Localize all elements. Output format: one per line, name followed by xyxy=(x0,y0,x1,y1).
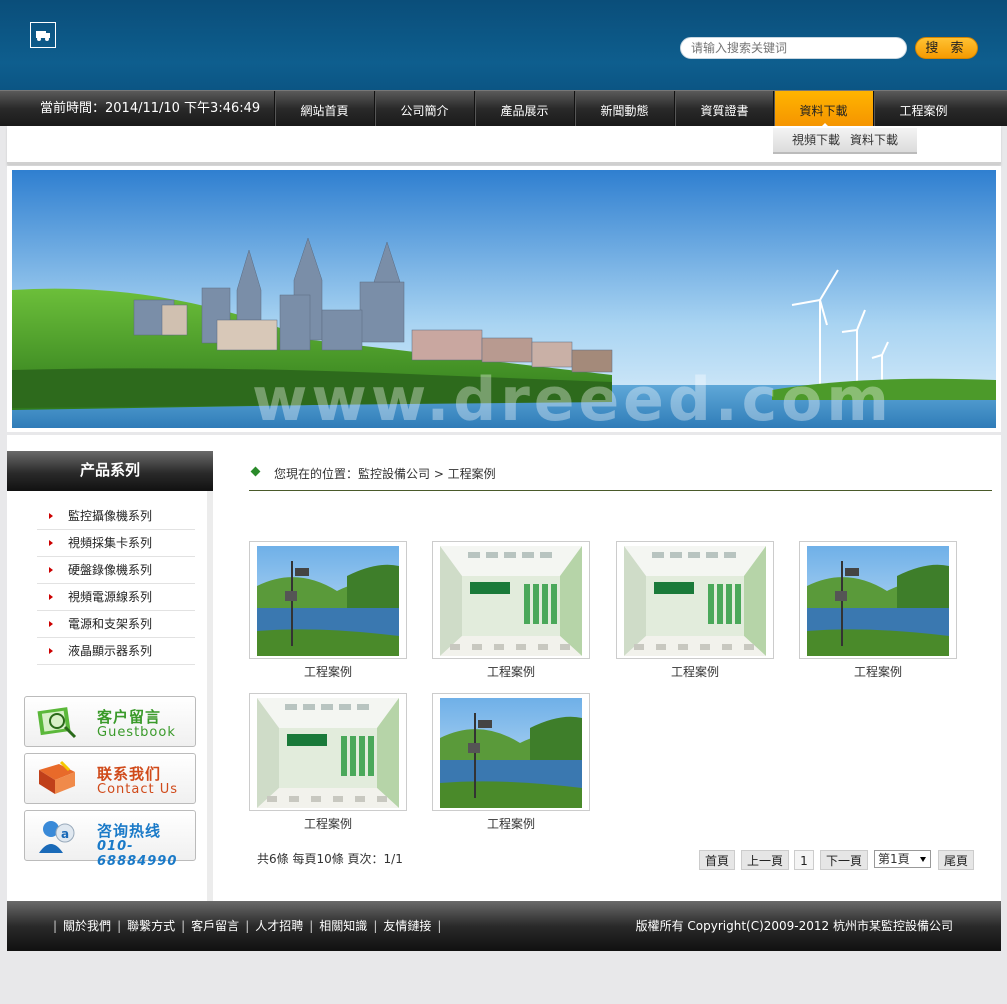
case-label[interactable]: 工程案例 xyxy=(249,663,407,680)
current-time: 當前時間：2014/11/10 下午3:46:49 xyxy=(40,101,261,116)
breadcrumb-text: 您現在的位置：監控設備公司 > 工程案例 xyxy=(274,467,496,481)
contact-subtitle: Contact Us xyxy=(97,782,178,797)
logo-icon[interactable] xyxy=(30,22,56,48)
category-item[interactable]: 視頻電源線系列 xyxy=(37,584,195,611)
arrow-right-icon xyxy=(49,594,53,600)
category-item[interactable]: 液晶顯示器系列 xyxy=(37,638,195,665)
footer-link-knowledge[interactable]: 相關知識 xyxy=(319,919,367,933)
case-thumbnail[interactable] xyxy=(432,541,590,659)
nav-item-cases[interactable]: 工程案例 xyxy=(873,91,973,127)
nav-item-news[interactable]: 新聞動態 xyxy=(574,91,674,127)
page-select[interactable]: 第1頁 xyxy=(874,850,931,868)
case-thumbnail[interactable] xyxy=(432,693,590,811)
category-item[interactable]: 視頻採集卡系列 xyxy=(37,530,195,557)
case-thumbnail[interactable] xyxy=(799,541,957,659)
footer-link-guestbook[interactable]: 客戶留言 xyxy=(191,919,239,933)
prev-page-button[interactable]: 上一頁 xyxy=(741,850,789,870)
arrow-right-icon xyxy=(49,540,53,546)
arrow-right-icon xyxy=(49,567,53,573)
bank-hall-image xyxy=(440,546,582,656)
sidebar-title: 产品系列 xyxy=(7,451,213,491)
lake-camera-image xyxy=(807,546,949,656)
case-thumbnail[interactable] xyxy=(616,541,774,659)
banner-image: www.dreeed.com xyxy=(12,170,996,428)
case-label[interactable]: 工程案例 xyxy=(799,663,957,680)
bank-hall-image xyxy=(257,698,399,808)
nav-item-certificates[interactable]: 資質證書 xyxy=(674,91,774,127)
next-page-button[interactable]: 下一頁 xyxy=(820,850,868,870)
lake-camera-image xyxy=(440,698,582,808)
case-label[interactable]: 工程案例 xyxy=(432,663,590,680)
subnav-item-video[interactable]: 視頻下載 xyxy=(792,133,840,147)
current-page-number[interactable]: 1 xyxy=(794,850,814,870)
category-item[interactable]: 電源和支架系列 xyxy=(37,611,195,638)
nav-item-products[interactable]: 產品展示 xyxy=(474,91,574,127)
footer: | 關於我們 | 聯繫方式 | 客戶留言 | 人才招聘 | 相關知識 | 友情鏈接 | 版權所有 Cop… xyxy=(7,901,1001,951)
user-support-icon: a xyxy=(39,821,75,853)
main-content: 产品系列 監控攝像機系列 視頻採集卡系列 硬盤錄像機系列 視頻電源線系列 電源和… xyxy=(7,435,1001,901)
banner-watermark: www.dreeed.com xyxy=(252,365,893,428)
diamond-icon xyxy=(250,466,261,477)
category-item[interactable]: 硬盤錄像機系列 xyxy=(37,557,195,584)
bank-hall-image xyxy=(624,546,766,656)
contact-title: 联系我们 xyxy=(97,765,162,783)
guestbook-title: 客户留言 xyxy=(97,708,162,726)
footer-link-friends[interactable]: 友情鏈接 xyxy=(383,919,431,933)
main-nav: 當前時間：2014/11/10 下午3:46:49 網站首頁 公司簡介 產品展示… xyxy=(0,90,1007,128)
last-page-button[interactable]: 尾頁 xyxy=(938,850,974,870)
case-label[interactable]: 工程案例 xyxy=(432,815,590,832)
category-item[interactable]: 監控攝像機系列 xyxy=(37,503,195,530)
contact-us-button[interactable]: 联系我们 Contact Us xyxy=(24,753,196,804)
nav-item-home[interactable]: 網站首頁 xyxy=(274,91,374,127)
case-label[interactable]: 工程案例 xyxy=(249,815,407,832)
svg-text:a: a xyxy=(61,827,69,841)
dropdown-caret-icon xyxy=(920,857,926,862)
guestbook-button[interactable]: 客户留言 Guestbook xyxy=(24,696,196,747)
case-thumbnail[interactable] xyxy=(249,693,407,811)
sidebar: 产品系列 監控攝像機系列 視頻採集卡系列 硬盤錄像機系列 視頻電源線系列 電源和… xyxy=(7,451,213,901)
footer-link-contact[interactable]: 聯繫方式 xyxy=(127,919,175,933)
subnav: 視頻下載 資料下載 xyxy=(773,128,917,154)
nav-item-downloads[interactable]: 資料下載 xyxy=(773,91,873,128)
header: 搜 索 xyxy=(0,0,1007,90)
first-page-button[interactable]: 首頁 xyxy=(699,850,735,870)
arrow-right-icon xyxy=(49,513,53,519)
hotline-number: 010-68884990 xyxy=(97,839,178,869)
guestbook-subtitle: Guestbook xyxy=(97,725,176,740)
case-thumbnail[interactable] xyxy=(249,541,407,659)
footer-link-jobs[interactable]: 人才招聘 xyxy=(255,919,303,933)
lake-camera-image xyxy=(257,546,399,656)
product-category-list: 監控攝像機系列 視頻採集卡系列 硬盤錄像機系列 視頻電源線系列 電源和支架系列 … xyxy=(37,503,195,665)
breadcrumb: 您現在的位置：監控設備公司 > 工程案例 xyxy=(249,463,992,491)
hotline-title: 咨询热线 xyxy=(97,822,162,840)
book-icon xyxy=(39,760,75,794)
banner-frame: www.dreeed.com xyxy=(7,166,1001,432)
hotline-button[interactable]: a 咨询热线 010-68884990 xyxy=(24,810,196,869)
search-button[interactable]: 搜 索 xyxy=(915,37,978,59)
arrow-right-icon xyxy=(49,648,53,654)
footer-links: | 關於我們 | 聯繫方式 | 客戶留言 | 人才招聘 | 相關知識 | 友情鏈接 | xyxy=(53,919,442,933)
search-input[interactable] xyxy=(680,37,907,59)
subnav-item-docs[interactable]: 資料下載 xyxy=(850,133,898,147)
guestbook-icon xyxy=(37,707,77,739)
case-label[interactable]: 工程案例 xyxy=(616,663,774,680)
footer-link-about[interactable]: 關於我們 xyxy=(63,919,111,933)
copyright: 版權所有 Copyright(C)2009-2012 杭州市某監控設備公司 xyxy=(635,919,953,933)
arrow-right-icon xyxy=(49,621,53,627)
subnav-bar: 視頻下載 資料下載 xyxy=(7,126,1001,164)
pagination-info: 共6條 每頁10條 頁次：1/1 xyxy=(257,852,403,866)
nav-item-about[interactable]: 公司簡介 xyxy=(374,91,474,127)
